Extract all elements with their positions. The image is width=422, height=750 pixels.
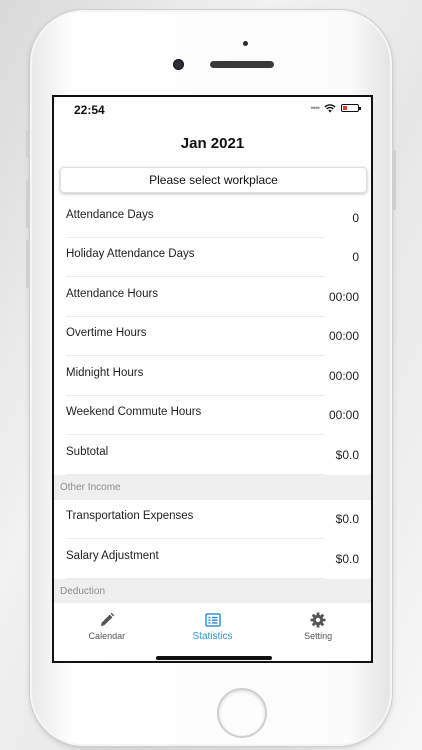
list-item: Transportation Expenses $0.0: [54, 500, 371, 540]
tab-bar: Calendar Statistics Setting: [54, 602, 371, 653]
tab-calendar[interactable]: Calendar: [54, 603, 160, 653]
home-button[interactable]: [217, 688, 267, 738]
row-value: 00:00: [328, 408, 359, 423]
tab-label: Calendar: [88, 631, 126, 641]
row-label: Attendance Hours: [66, 287, 159, 300]
row-value: $0.0: [335, 447, 359, 462]
status-time: 22:54: [74, 103, 105, 117]
row-value: 0: [352, 210, 359, 225]
mute-switch: [26, 130, 29, 158]
row-value: $0.0: [335, 551, 359, 566]
tab-label: Statistics: [192, 631, 233, 642]
app-screen: 22:54 •••• Jan 2021 Please select workpl…: [52, 95, 373, 663]
list-item: Midnight Hours 00:00: [54, 356, 371, 396]
list-item: Overtime Hours 00:00: [54, 317, 371, 357]
row-label: Overtime Hours: [66, 327, 147, 340]
cellular-signal-icon: ••••: [310, 103, 320, 113]
row-value: $0.0: [335, 512, 359, 527]
power-button: [393, 150, 396, 210]
volume-down-button: [26, 240, 29, 288]
list-item: Weekend Commute Hours 00:00: [54, 396, 371, 436]
list-icon: [204, 613, 221, 627]
wifi-icon: [324, 103, 336, 112]
proximity-sensor: [243, 41, 248, 46]
row-label: Midnight Hours: [66, 366, 144, 379]
row-label: Attendance Days: [66, 208, 154, 221]
list-item: Attendance Hours 00:00: [54, 277, 371, 317]
row-label: Holiday Attendance Days: [66, 248, 195, 261]
row-label: Transportation Expenses: [66, 510, 194, 523]
battery-icon: [341, 104, 361, 112]
front-camera: [173, 59, 184, 70]
list-item: Subtotal $0.0: [54, 435, 371, 475]
row-label: Weekend Commute Hours: [66, 406, 202, 419]
list-item: Attendance Days 0: [54, 198, 371, 238]
tab-statistics[interactable]: Statistics: [160, 603, 266, 653]
section-header-deduction: Deduction: [54, 578, 371, 604]
pencil-icon: [100, 612, 115, 626]
home-indicator[interactable]: [156, 656, 272, 660]
row-value: 00:00: [328, 289, 359, 304]
statistics-list: Attendance Days 0 Holiday Attendance Day…: [54, 198, 371, 604]
list-item: Holiday Attendance Days 0: [54, 238, 371, 278]
page-title: Jan 2021: [180, 135, 245, 152]
list-item: Salary Adjustment $0.0: [54, 539, 371, 579]
tab-setting[interactable]: Setting: [265, 603, 371, 653]
row-value: 00:00: [328, 329, 359, 344]
row-value: 0: [352, 250, 359, 265]
section-header-other-income: Other Income: [54, 474, 371, 500]
volume-up-button: [26, 180, 29, 228]
row-value: 00:00: [328, 368, 359, 383]
row-label: Salary Adjustment: [66, 549, 159, 562]
earpiece-speaker: [210, 61, 274, 68]
row-label: Subtotal: [66, 445, 109, 458]
gear-icon: [310, 612, 326, 628]
status-icons: ••••: [310, 103, 361, 113]
status-bar: 22:54 ••••: [54, 97, 371, 123]
workplace-select-button[interactable]: Please select workplace: [60, 167, 367, 193]
battery-level: [343, 106, 347, 110]
tab-label: Setting: [304, 631, 333, 641]
